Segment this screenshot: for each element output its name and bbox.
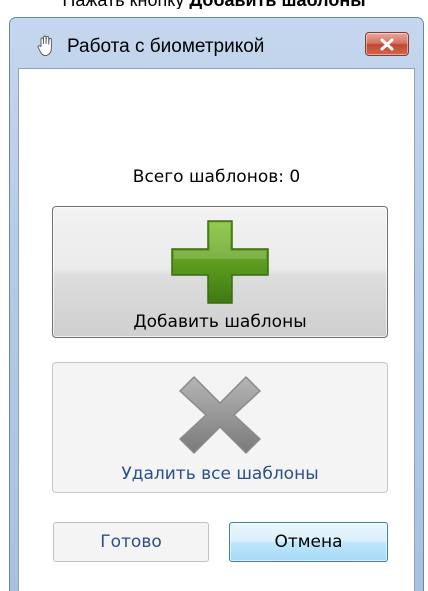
dialog-client-area: Всего шаблонов: 0 Добавить шаблоны Удали…: [18, 68, 415, 591]
add-templates-label: Добавить шаблоны: [133, 312, 307, 332]
remove-all-templates-button[interactable]: Удалить все шаблоны: [52, 362, 388, 493]
done-button[interactable]: Готово: [53, 522, 209, 562]
cancel-button[interactable]: Отмена: [229, 522, 388, 562]
total-templates-label: Всего шаблонов: 0: [132, 167, 301, 187]
add-templates-button[interactable]: Добавить шаблоны: [52, 206, 388, 338]
title-bar[interactable]: Работа с биометрикой: [10, 18, 423, 68]
dialog-window: Работа с биометрикой Всего шаблонов: 0 Д…: [9, 17, 424, 591]
cross-icon: [179, 376, 261, 454]
plus-icon: [171, 220, 269, 304]
instruction-emphasis: Добавить шаблоны: [189, 0, 365, 9]
instruction-caption: Нажать кнопку Добавить шаблоны: [0, 0, 428, 9]
hand-icon: [37, 35, 52, 57]
remove-all-templates-label: Удалить все шаблоны: [121, 464, 319, 484]
close-button[interactable]: [365, 32, 409, 56]
instruction-prefix: Нажать кнопку: [62, 0, 189, 9]
window-title: Работа с биометрикой: [67, 36, 265, 57]
close-icon: [380, 38, 394, 51]
